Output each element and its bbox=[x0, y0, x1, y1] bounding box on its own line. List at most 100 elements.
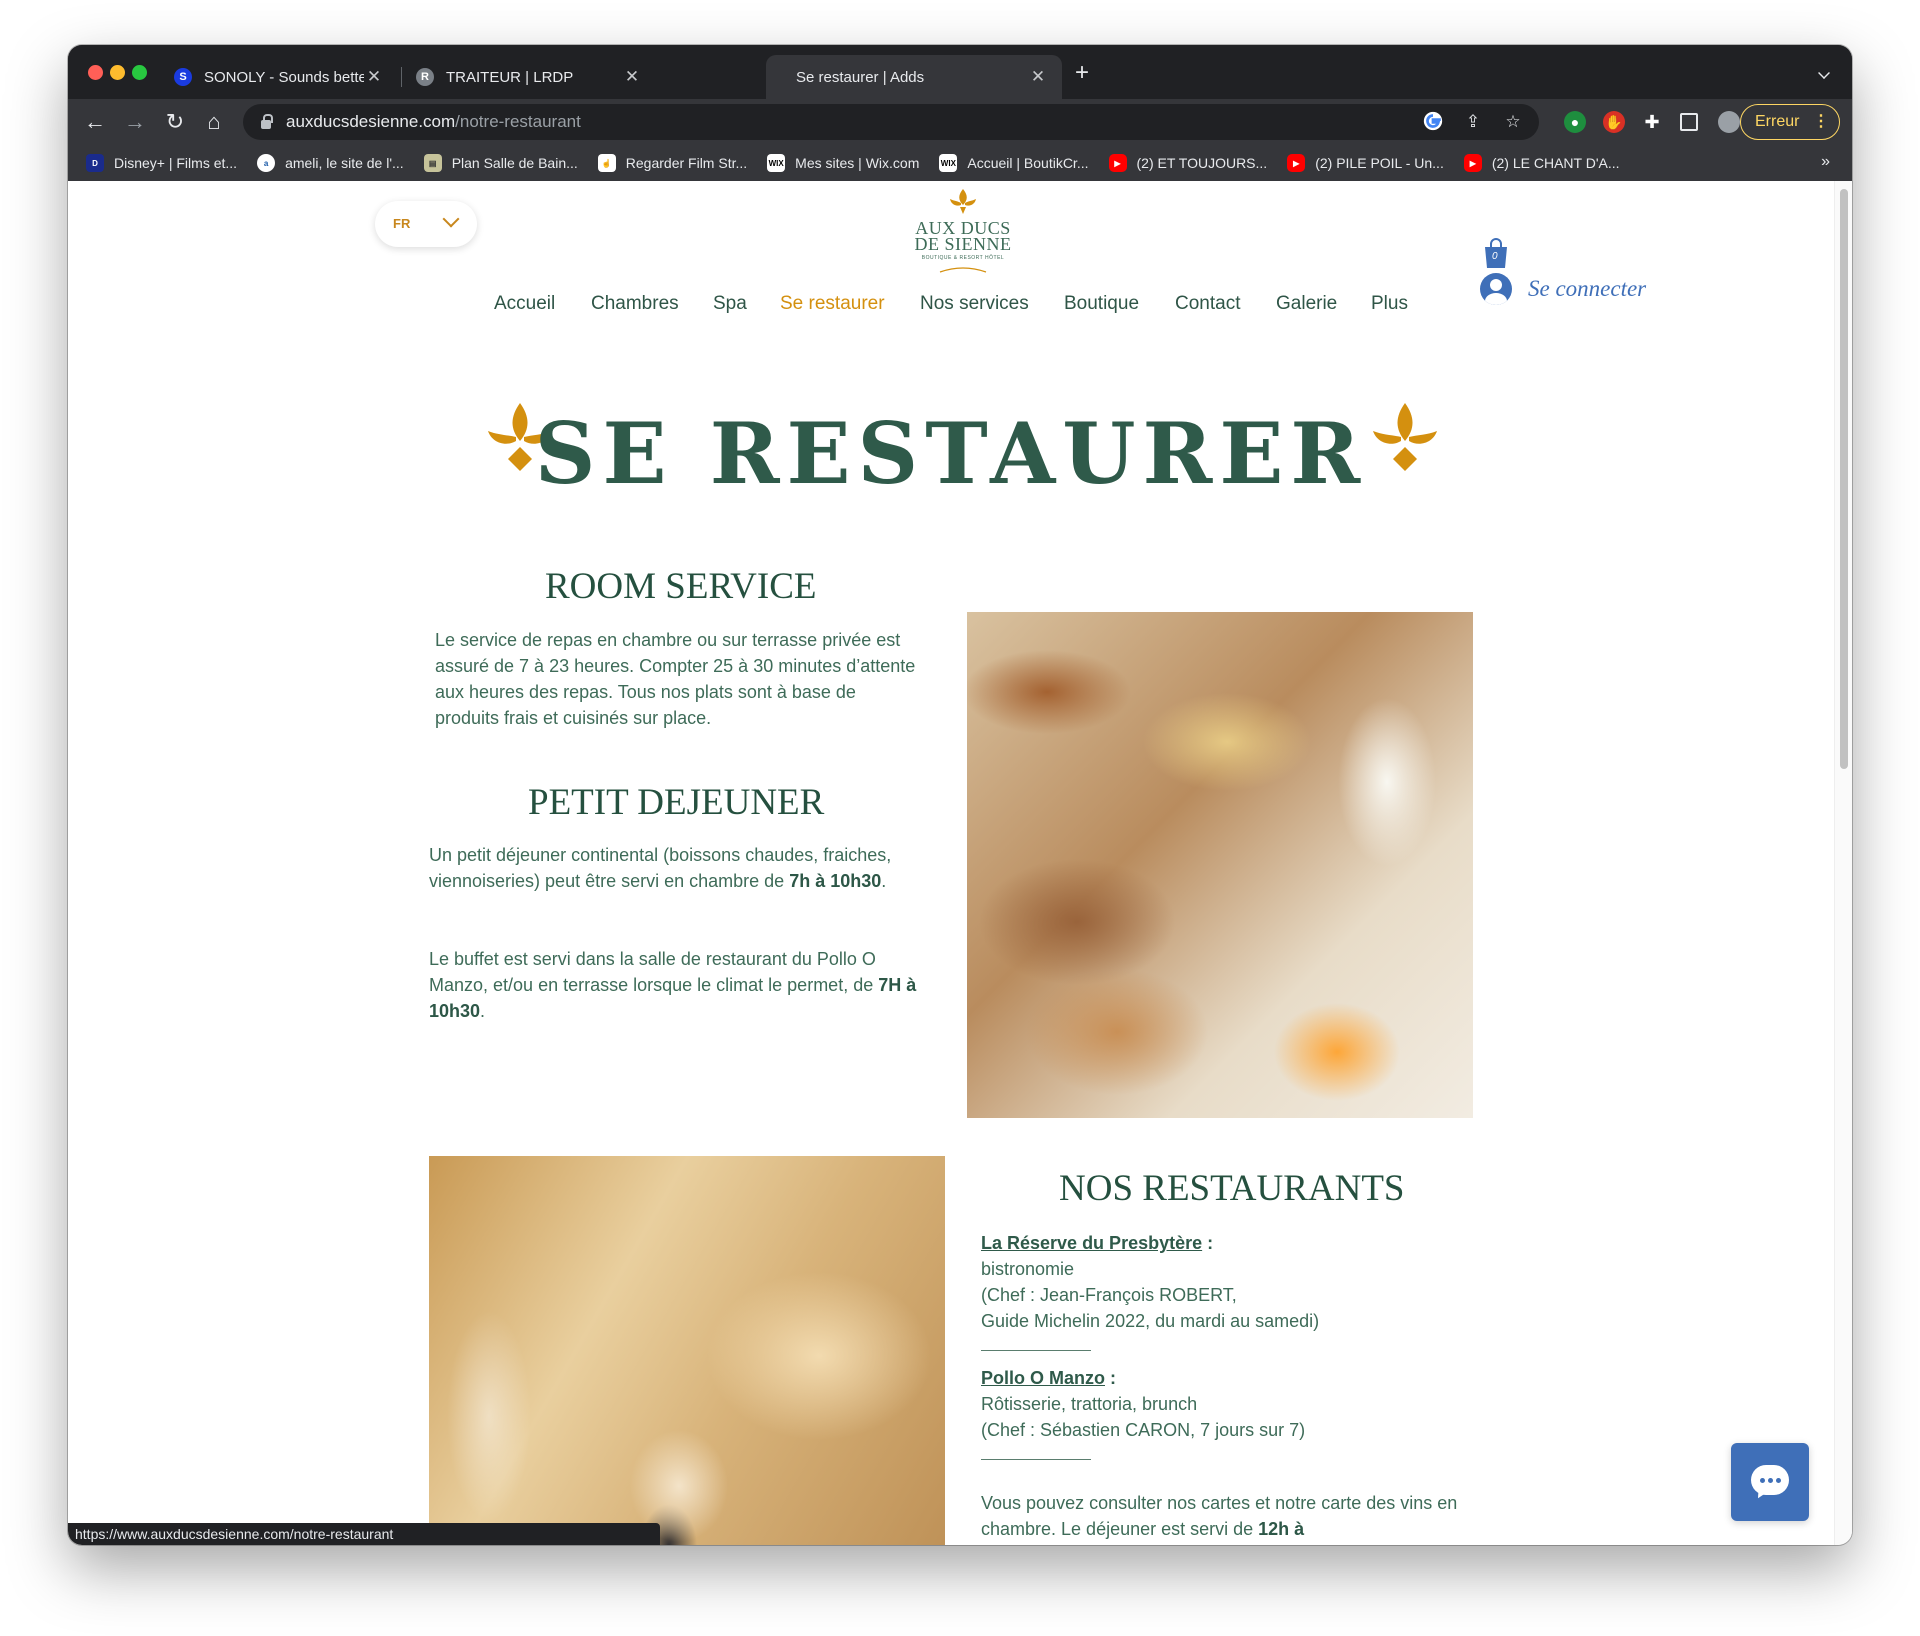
restaurants-note: Vous pouvez consulter nos cartes et notr… bbox=[981, 1490, 1467, 1542]
home-button[interactable]: ⌂ bbox=[201, 109, 227, 135]
kebab-menu-icon[interactable]: ⋮ bbox=[1813, 105, 1829, 138]
user-avatar-icon bbox=[1480, 273, 1512, 305]
bookmark-wix[interactable]: WIX Mes sites | Wix.com bbox=[767, 154, 919, 172]
tab-title: Se restaurer | Adds bbox=[796, 68, 925, 86]
tab-sonoly[interactable]: S SONOLY - Sounds better ✕ bbox=[160, 55, 398, 99]
side-panel-icon[interactable] bbox=[1680, 113, 1698, 131]
youtube-icon: ▶ bbox=[1108, 154, 1127, 172]
chat-dot bbox=[1768, 1478, 1773, 1483]
bookmark-youtube-3[interactable]: ▶ (2) LE CHANT D'A... bbox=[1463, 154, 1620, 172]
restaurant-1-colon: : bbox=[1202, 1233, 1214, 1253]
close-icon[interactable]: ✕ bbox=[622, 67, 642, 87]
maximize-window-button[interactable] bbox=[132, 65, 147, 80]
page-viewport: FR AUX DUCS DE SIENNE BOUTIQUE & RESORT … bbox=[68, 181, 1834, 1545]
status-bar-url: https://www.auxducsdesienne.com/notre-re… bbox=[68, 1523, 660, 1545]
nav-item-accueil[interactable]: Accueil bbox=[494, 293, 555, 315]
url-path: /notre-restaurant bbox=[455, 112, 581, 131]
bookmark-label: (2) LE CHANT D'A... bbox=[1491, 155, 1620, 171]
nav-item-chambres[interactable]: Chambres bbox=[591, 293, 679, 315]
language-code: FR bbox=[393, 216, 411, 231]
page-scrollbar[interactable] bbox=[1834, 181, 1852, 1545]
browser-window: S SONOLY - Sounds better ✕ R TRAITEUR | … bbox=[68, 45, 1852, 1545]
ameli-icon: a bbox=[257, 154, 276, 172]
chevron-down-icon bbox=[442, 210, 460, 228]
buffet-text: . bbox=[480, 1001, 486, 1021]
forward-button[interactable]: → bbox=[122, 109, 148, 135]
restaurant-1-link[interactable]: La Réserve du Presbytère bbox=[981, 1233, 1202, 1253]
restaurant-2-type: Rôtisserie, trattoria, brunch bbox=[981, 1394, 1198, 1414]
tab-strip: S SONOLY - Sounds better ✕ R TRAITEUR | … bbox=[68, 45, 1852, 99]
bookmarks-bar: D Disney+ | Films et... a ameli, le site d… bbox=[68, 145, 1852, 181]
address-bar[interactable]: auxducsdesienne.com/notre-restaurant ⇪ ☆ bbox=[243, 104, 1539, 140]
tab-se-restaurer[interactable]: Se restaurer | Adds ✕ bbox=[766, 55, 1062, 99]
bookmark-star-icon[interactable]: ☆ bbox=[1501, 110, 1525, 134]
more-bookmarks-button[interactable]: » bbox=[1821, 153, 1830, 171]
tab-search-chevron-icon[interactable] bbox=[1818, 67, 1830, 79]
bookmark-regarder-film[interactable]: ☝ Regarder Film Str... bbox=[597, 154, 747, 172]
breakfast-hours: 7h à 10h30 bbox=[789, 871, 882, 891]
divider bbox=[981, 1350, 1091, 1351]
divider bbox=[981, 1459, 1091, 1460]
address-bar-actions: ⇪ ☆ bbox=[1421, 110, 1525, 134]
reload-button[interactable]: ↻ bbox=[162, 109, 188, 135]
login-button[interactable]: Se connecter bbox=[1480, 273, 1646, 305]
restaurant-1-chef: (Chef : Jean-François ROBERT, bbox=[981, 1285, 1237, 1305]
close-icon[interactable]: ✕ bbox=[1028, 67, 1048, 87]
breakfast-paragraph-1: Un petit déjeuner continental (boissons … bbox=[429, 842, 921, 894]
minimize-window-button[interactable] bbox=[110, 65, 125, 80]
restaurant-1: La Réserve du Presbytère : bistronomie (… bbox=[981, 1230, 1467, 1334]
close-window-button[interactable] bbox=[88, 65, 103, 80]
extension-globe-icon[interactable]: ● bbox=[1564, 111, 1586, 133]
nav-item-plus[interactable]: Plus bbox=[1371, 293, 1408, 315]
profile-avatar[interactable] bbox=[1718, 111, 1740, 133]
profile-error-button[interactable]: Erreur ⋮ bbox=[1740, 104, 1840, 140]
bookmark-youtube-1[interactable]: ▶ (2) ET TOUJOURS... bbox=[1108, 154, 1268, 172]
nav-item-galerie[interactable]: Galerie bbox=[1276, 293, 1337, 315]
wix-icon: WIX bbox=[767, 154, 786, 172]
bookmark-plan-salle[interactable]: ▤ Plan Salle de Bain... bbox=[423, 154, 578, 172]
restaurants-list: La Réserve du Presbytère : bistronomie (… bbox=[981, 1230, 1467, 1542]
sonoly-favicon-icon: S bbox=[174, 68, 192, 86]
extension-hand-icon[interactable]: ✋ bbox=[1603, 111, 1625, 133]
restaurant-2-link[interactable]: Pollo O Manzo bbox=[981, 1368, 1105, 1388]
back-button[interactable]: ← bbox=[82, 109, 108, 135]
restaurants-title: NOS RESTAURANTS bbox=[1059, 1168, 1405, 1209]
breakfast-buffet-photo bbox=[967, 612, 1473, 1118]
chat-button[interactable] bbox=[1731, 1443, 1809, 1521]
scrollbar-thumb[interactable] bbox=[1840, 189, 1848, 769]
language-selector[interactable]: FR bbox=[375, 201, 477, 247]
tab-title: SONOLY - Sounds better bbox=[204, 68, 364, 86]
nav-item-contact[interactable]: Contact bbox=[1175, 293, 1240, 315]
bookmark-label: Plan Salle de Bain... bbox=[451, 155, 578, 171]
restaurant-1-type: bistronomie bbox=[981, 1259, 1075, 1279]
restaurant-1-details: Guide Michelin 2022, du mardi au samedi) bbox=[981, 1311, 1320, 1331]
bookmark-boutikcr[interactable]: WIX Accueil | BoutikCr... bbox=[939, 154, 1089, 172]
lock-icon bbox=[261, 114, 273, 129]
site-logo[interactable]: AUX DUCS DE SIENNE BOUTIQUE & RESORT HÔT… bbox=[908, 189, 1018, 285]
nav-item-nos-services[interactable]: Nos services bbox=[920, 293, 1029, 315]
cart-button[interactable]: 0 bbox=[1483, 237, 1509, 269]
restaurant-2-chef: (Chef : Sébastien CARON, 7 jours sur 7) bbox=[981, 1420, 1306, 1440]
browser-toolbar: ← → ↻ ⌂ auxducsdesienne.com/notre-restau… bbox=[68, 99, 1852, 145]
extensions-puzzle-icon[interactable]: ✚ bbox=[1641, 111, 1663, 133]
nav-item-spa[interactable]: Spa bbox=[713, 293, 747, 315]
new-tab-button[interactable]: + bbox=[1075, 61, 1089, 85]
nav-item-se-restaurer[interactable]: Se restaurer bbox=[780, 293, 885, 315]
bookmark-youtube-2[interactable]: ▶ (2) PILE POIL - Un... bbox=[1287, 154, 1444, 172]
room-service-text: Le service de repas en chambre ou sur te… bbox=[435, 630, 916, 728]
browser-chrome: S SONOLY - Sounds better ✕ R TRAITEUR | … bbox=[68, 45, 1852, 181]
nav-item-boutique[interactable]: Boutique bbox=[1064, 293, 1139, 315]
page-title: SE RESTAURER bbox=[68, 406, 1834, 502]
tab-traiteur[interactable]: R TRAITEUR | LRDP ✕ bbox=[402, 55, 656, 99]
share-icon[interactable]: ⇪ bbox=[1461, 110, 1485, 134]
youtube-icon: ▶ bbox=[1463, 154, 1482, 172]
google-translate-icon[interactable] bbox=[1421, 110, 1445, 134]
bookmark-label: Mes sites | Wix.com bbox=[795, 155, 920, 171]
bookmark-disney[interactable]: D Disney+ | Films et... bbox=[86, 154, 237, 172]
wix-icon: WIX bbox=[939, 154, 958, 172]
bookmark-label: (2) ET TOUJOURS... bbox=[1136, 155, 1268, 171]
buffet-text: Le buffet est servi dans la salle de res… bbox=[429, 949, 879, 995]
bookmark-ameli[interactable]: a ameli, le site de l'... bbox=[257, 154, 404, 172]
restaurant-2-colon: : bbox=[1105, 1368, 1116, 1388]
close-icon[interactable]: ✕ bbox=[364, 67, 384, 87]
